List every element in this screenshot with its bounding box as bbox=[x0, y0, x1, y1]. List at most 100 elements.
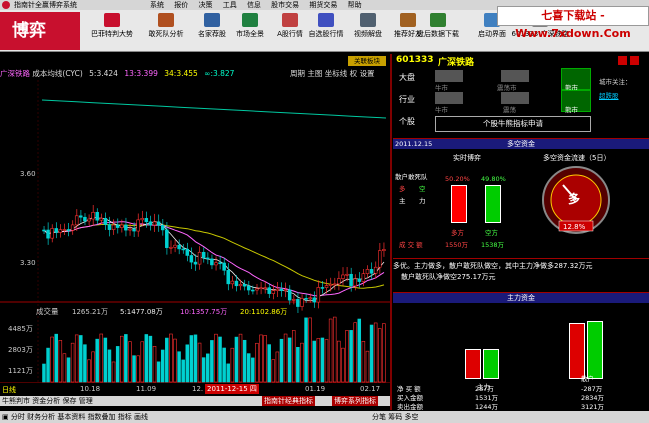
volume-bar bbox=[111, 361, 116, 383]
volume-bar bbox=[263, 335, 267, 383]
volume-bar bbox=[238, 333, 243, 383]
candle-body bbox=[373, 266, 378, 274]
volume-bar bbox=[251, 357, 255, 383]
volume-bar bbox=[83, 344, 87, 383]
table-cell-b: 2834万 bbox=[581, 394, 605, 402]
menu-quote[interactable]: 报价 bbox=[174, 1, 188, 9]
row-market-label: 大盘 bbox=[399, 73, 415, 82]
close-icon[interactable] bbox=[630, 56, 639, 65]
related-sector-button[interactable]: 关联板块 bbox=[348, 56, 386, 66]
candle-body bbox=[140, 218, 144, 221]
window-control-icon[interactable] bbox=[618, 56, 627, 65]
market-range: 震荡市 bbox=[497, 84, 517, 92]
indicator-tabs: 牛熊判市 资金分析 保存 管理 指南针经典指标 博弈系列指标 bbox=[0, 396, 390, 406]
menu-period[interactable]: 周期 bbox=[290, 69, 305, 78]
candle-body bbox=[230, 280, 235, 285]
menu-help[interactable]: 帮助 bbox=[348, 1, 362, 9]
volume-bar bbox=[308, 317, 312, 383]
candle-body bbox=[124, 224, 128, 231]
date-tick-1: 10.18 bbox=[80, 385, 101, 393]
volume-bar bbox=[218, 336, 222, 383]
candle-body bbox=[312, 297, 316, 303]
candle-body bbox=[115, 224, 120, 228]
volume-bar bbox=[140, 341, 144, 383]
tab-index-overlay[interactable]: 指数叠加 bbox=[88, 413, 116, 421]
candle-body bbox=[50, 228, 54, 239]
city-link[interactable]: 超跌股 bbox=[599, 90, 619, 100]
period-label[interactable]: 日线 bbox=[2, 385, 16, 395]
table-cell-label: 卖出金额 bbox=[397, 403, 423, 411]
menu-settings[interactable]: 设置 bbox=[360, 69, 375, 78]
bull-icon bbox=[435, 92, 463, 104]
kline-chart[interactable]: 3.60 3.30 成交量 1265.21万 5:1477.08万 10:135… bbox=[0, 80, 390, 383]
candle-body bbox=[91, 211, 95, 220]
candle-body bbox=[107, 224, 112, 230]
gauge-percent: 12.8% bbox=[563, 223, 586, 231]
tab-bull-bear[interactable]: 牛熊判市 bbox=[2, 397, 30, 405]
volume-bar bbox=[128, 341, 132, 383]
menu-rights[interactable]: 权 bbox=[350, 69, 358, 78]
candle-body bbox=[349, 273, 353, 287]
candle-body bbox=[255, 288, 259, 291]
candle-body bbox=[353, 278, 357, 287]
toolbar-button-0[interactable]: 巴菲特判大势 bbox=[88, 13, 136, 49]
menu-main-chart[interactable]: 主图 bbox=[307, 69, 322, 78]
stock-name: 广深铁路 bbox=[438, 58, 475, 68]
candle-body bbox=[87, 218, 91, 222]
candle-body bbox=[332, 283, 337, 286]
pct-long: 50.20% bbox=[445, 175, 470, 183]
candle-body bbox=[128, 228, 132, 231]
menu-info[interactable]: 信息 bbox=[247, 1, 261, 9]
volume-bar bbox=[132, 355, 136, 383]
market-state: 大盘 行业 个股 牛市 震荡市 熊市 牛市 震荡 熊市 个股牛熊指标申请 城市关… bbox=[393, 68, 649, 136]
volume-bar bbox=[214, 333, 218, 383]
industry-range: 震荡 bbox=[503, 106, 516, 114]
volume-bar bbox=[292, 330, 296, 383]
volume-bar bbox=[255, 342, 259, 383]
menu-stock-trade[interactable]: 股市交易 bbox=[271, 1, 299, 9]
menu-system[interactable]: 系统 bbox=[150, 1, 164, 9]
tab-save[interactable]: 保存 bbox=[62, 397, 76, 405]
menu-axis[interactable]: 坐标线 bbox=[325, 69, 348, 78]
start-icon[interactable]: ▣ bbox=[2, 413, 9, 421]
candle-body bbox=[341, 274, 345, 279]
tab-indicator[interactable]: 指标 bbox=[118, 413, 132, 421]
game-indicator-button[interactable]: 博弈系列指标 bbox=[332, 396, 378, 406]
tab-timeshare[interactable]: 分时 bbox=[11, 413, 25, 421]
candle-body bbox=[283, 289, 288, 292]
candle-body bbox=[136, 219, 140, 232]
toolbar-button-8[interactable]: 盘后数据下载 bbox=[414, 13, 462, 49]
toolbar-button-1[interactable]: 敢死队分析 bbox=[142, 13, 190, 49]
retail-bar-label: 散户 bbox=[581, 375, 594, 383]
menu-futures-trade[interactable]: 期货交易 bbox=[309, 1, 337, 9]
menu-decision[interactable]: 决策 bbox=[198, 1, 212, 9]
volume-bar bbox=[115, 346, 120, 383]
candle-body bbox=[181, 248, 185, 251]
tab-fund-analysis[interactable]: 资金分析 bbox=[32, 397, 60, 405]
volume-bar bbox=[62, 353, 67, 383]
tab-basic-info[interactable]: 基本资料 bbox=[57, 413, 85, 421]
candle-body bbox=[361, 273, 366, 282]
stock-bull-bear-apply-button[interactable]: 个股牛熊指标申请 bbox=[435, 116, 591, 132]
status-tick[interactable]: 分笔 bbox=[372, 413, 386, 421]
candle-body bbox=[365, 269, 370, 274]
date-tick-4: 01.19 bbox=[305, 385, 326, 393]
summary-line-1: 多优。主力做多，散户敢死队做空，其中主力净做多287.32万元 bbox=[393, 262, 593, 270]
toolbar-button-label: 敢死队分析 bbox=[148, 30, 184, 38]
candle-body bbox=[148, 221, 153, 226]
candle-body bbox=[242, 283, 247, 287]
tab-financial[interactable]: 财务分析 bbox=[27, 413, 55, 421]
tab-manage[interactable]: 管理 bbox=[79, 397, 93, 405]
volume-bar bbox=[120, 335, 124, 383]
date-axis: 日线 10.18 11.09 12. 2011-12-15 四 01.19 02… bbox=[0, 383, 390, 395]
toolbar-button-5[interactable]: 自选股行情 bbox=[302, 13, 350, 49]
tab-drawline[interactable]: 画线 bbox=[134, 413, 148, 421]
candle-body bbox=[189, 255, 194, 263]
candle-body bbox=[206, 257, 210, 260]
candle-body bbox=[259, 287, 263, 290]
panel-divider bbox=[390, 54, 392, 410]
candle-body bbox=[132, 228, 136, 232]
candle-body bbox=[160, 225, 165, 231]
menu-tools[interactable]: 工具 bbox=[223, 1, 237, 9]
classic-indicator-button[interactable]: 指南针经典指标 bbox=[262, 396, 315, 406]
